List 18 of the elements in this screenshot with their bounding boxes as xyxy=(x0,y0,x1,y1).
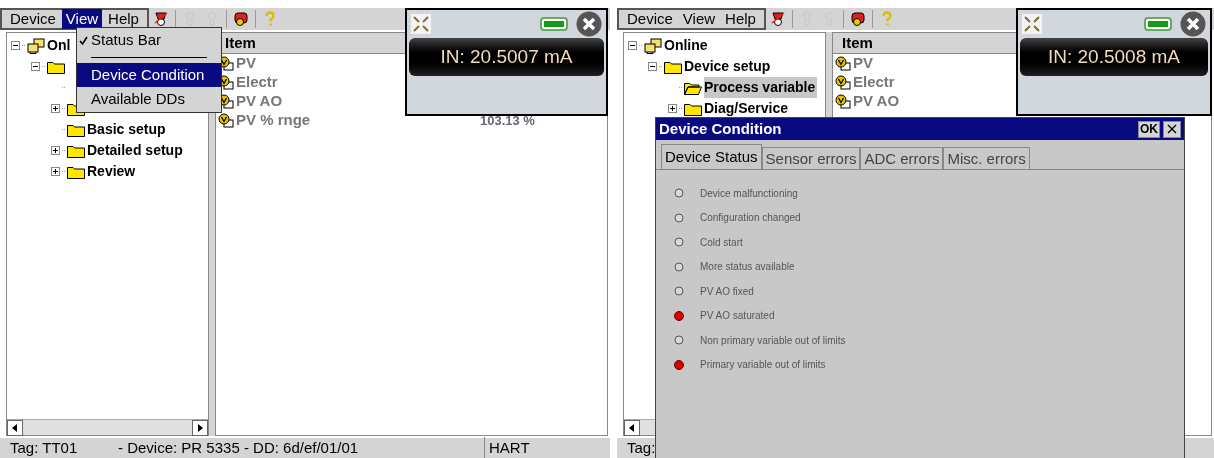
tag-label: Tag: TT01 xyxy=(10,437,79,458)
tag-label: Tag: xyxy=(627,437,657,458)
readout-display: IN: 20.5007 mA xyxy=(409,38,604,76)
status-label: Non primary variable out of limits xyxy=(700,333,846,348)
column-title: Item xyxy=(225,34,256,51)
protocol-label: HART xyxy=(484,436,530,458)
status-label: PV AO saturated xyxy=(700,309,775,324)
readout-display: IN: 20.5008 mA xyxy=(1020,38,1208,76)
status-label: Primary variable out of limits xyxy=(700,358,826,373)
dialog-title: Device Condition xyxy=(659,118,782,139)
status-label: Configuration changed xyxy=(700,211,801,226)
status-label: More status available xyxy=(700,260,795,275)
status-label: Cold start xyxy=(700,235,743,250)
status-label: Device malfunctioning xyxy=(700,186,798,201)
list-value: 103.13 % xyxy=(480,111,535,130)
status-label: PV AO fixed xyxy=(700,284,754,299)
device-info: - Device: PR 5335 - DD: 6d/ef/01/01 xyxy=(118,437,360,458)
column-title: Item xyxy=(842,34,873,51)
